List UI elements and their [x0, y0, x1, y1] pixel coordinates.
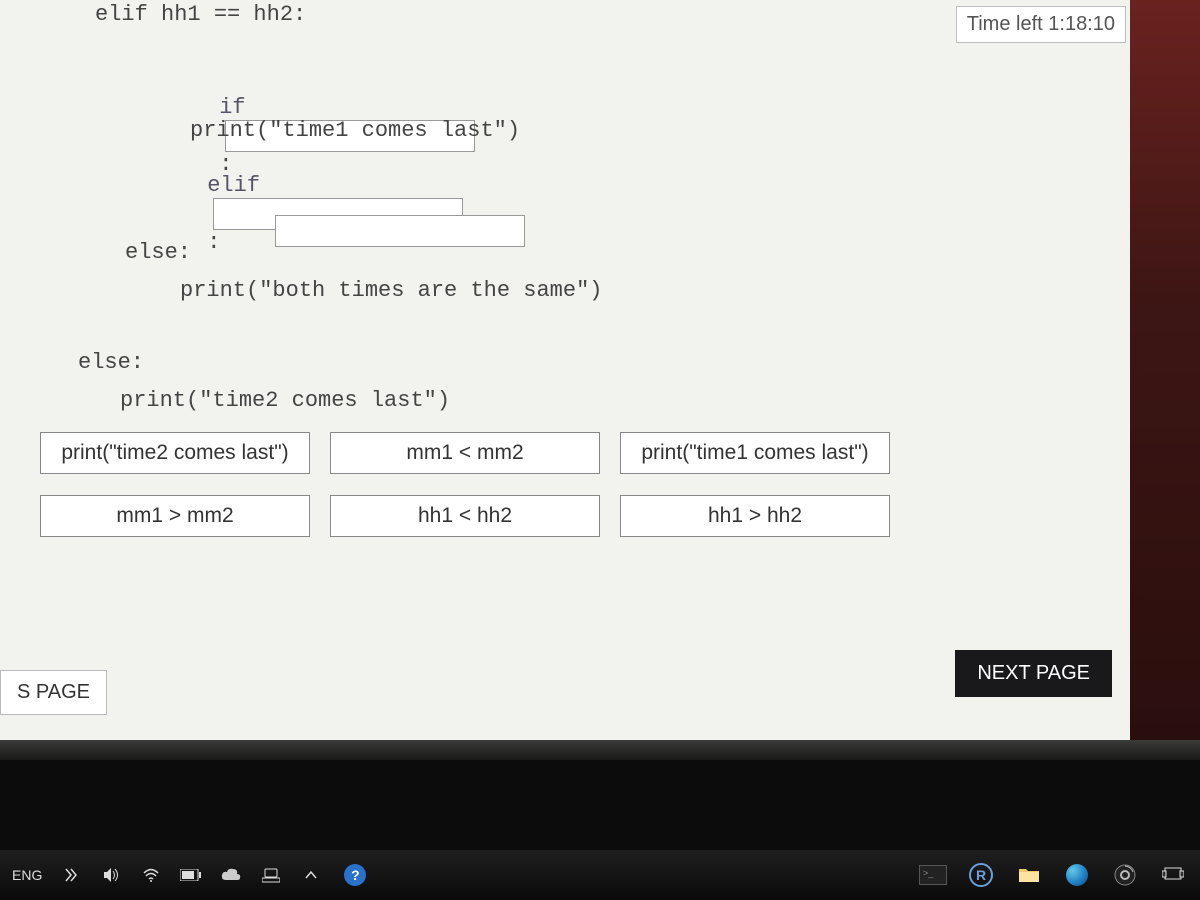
obs-icon[interactable]: [1110, 860, 1140, 890]
code-line-outer-else: else:: [78, 350, 144, 375]
options-row-2: mm1 > mm2 hh1 < hh2 hh1 > hh2: [40, 495, 890, 537]
option-hh1-gt-hh2[interactable]: hh1 > hh2: [620, 495, 890, 537]
file-explorer-icon[interactable]: [1014, 860, 1044, 890]
code-line-inner-else: else:: [125, 240, 191, 265]
timer-badge: Time left 1:18:10: [956, 6, 1126, 43]
r-glyph: R: [969, 863, 993, 887]
edge-browser-icon[interactable]: [1062, 860, 1092, 890]
option-mm1-lt-mm2[interactable]: mm1 < mm2: [330, 432, 600, 474]
code-line-print-time2: print("time2 comes last"): [120, 388, 450, 413]
if-keyword: if: [219, 95, 245, 120]
windows-taskbar: ENG ? R: [0, 850, 1200, 900]
blank-3-container: [190, 190, 531, 272]
terminal-app-icon[interactable]: [918, 860, 948, 890]
language-indicator[interactable]: ENG: [12, 867, 42, 883]
chevron-up-icon[interactable]: [300, 864, 322, 886]
quiz-panel: Time left 1:18:10 elif hh1 == hh2: if : …: [0, 0, 1130, 740]
option-print-time1[interactable]: print("time1 comes last"): [620, 432, 890, 474]
onedrive-icon[interactable]: [220, 864, 242, 886]
options-row-1: print("time2 comes last") mm1 < mm2 prin…: [40, 432, 890, 474]
help-icon[interactable]: ?: [340, 860, 370, 890]
right-photo-margin: [1130, 0, 1200, 740]
timer-text: Time left 1:18:10: [967, 13, 1115, 35]
wifi-icon[interactable]: [140, 864, 162, 886]
code-line-print-time1: print("time1 comes last"): [190, 118, 520, 143]
under-desk: [0, 760, 1200, 850]
code-line-elif-hh: elif hh1 == hh2:: [95, 2, 306, 27]
next-page-button[interactable]: NEXT PAGE: [955, 650, 1112, 697]
battery-icon[interactable]: [180, 864, 202, 886]
code-block: elif hh1 == hh2: if : print("time1 comes…: [0, 0, 1130, 400]
option-print-time2[interactable]: print("time2 comes last"): [40, 432, 310, 474]
connect-icon[interactable]: [60, 864, 82, 886]
r-app-icon[interactable]: R: [966, 860, 996, 890]
terminal-glyph: [919, 865, 947, 885]
blank-3[interactable]: [275, 215, 525, 247]
edge-glyph: [1066, 864, 1088, 886]
code-line-print-same: print("both times are the same"): [180, 278, 602, 303]
prev-page-button[interactable]: S PAGE: [0, 670, 107, 715]
desk-edge: [0, 740, 1200, 760]
project-icon[interactable]: [260, 864, 282, 886]
task-view-icon[interactable]: [1158, 860, 1188, 890]
volume-icon[interactable]: [100, 864, 122, 886]
option-mm1-gt-mm2[interactable]: mm1 > mm2: [40, 495, 310, 537]
option-hh1-lt-hh2[interactable]: hh1 < hh2: [330, 495, 600, 537]
help-glyph: ?: [344, 864, 366, 886]
